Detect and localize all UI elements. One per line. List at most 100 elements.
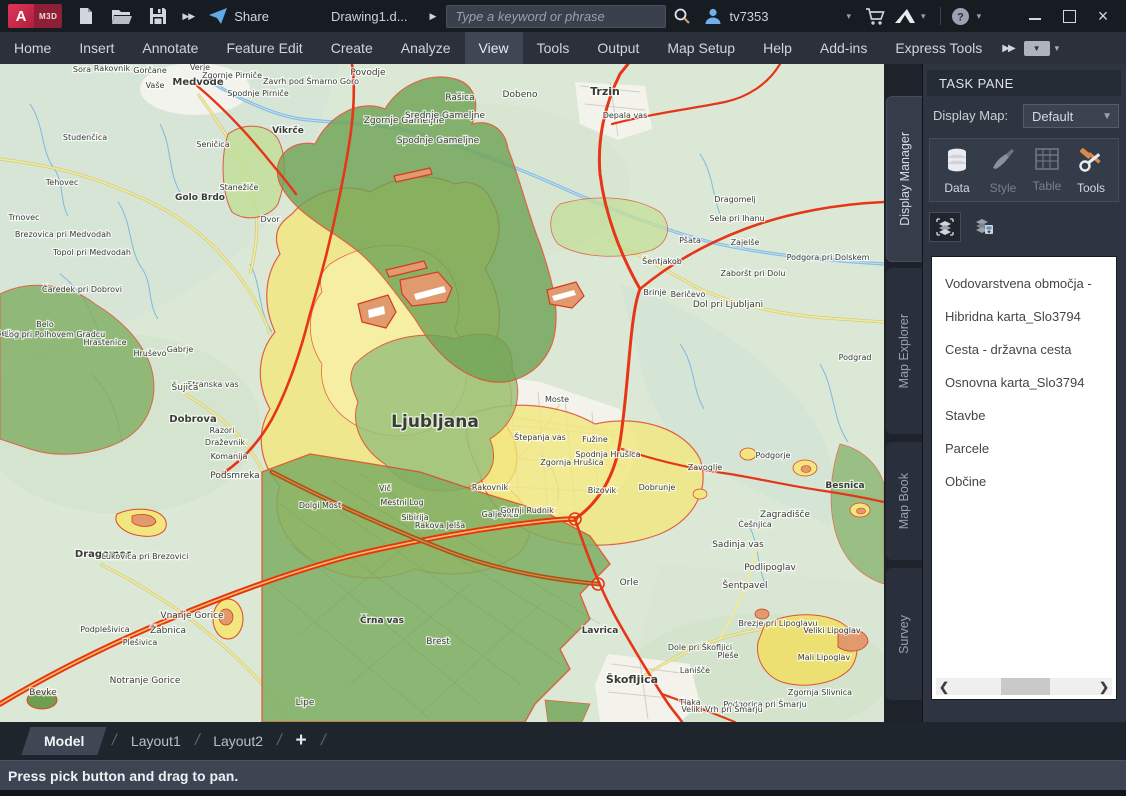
- side-tab-map-book[interactable]: Map Book: [886, 442, 922, 560]
- groups-layers-view-button[interactable]: [929, 212, 961, 242]
- window-controls: ×: [1018, 0, 1120, 32]
- side-tab-display-manager[interactable]: Display Manager: [886, 96, 923, 262]
- maximize-button[interactable]: [1052, 0, 1086, 32]
- map-label: Brezovica pri Medvodah: [15, 230, 111, 239]
- ribbon-tab-home[interactable]: Home: [0, 32, 65, 64]
- map-label: Brinje: [643, 288, 666, 297]
- scrollbar-track[interactable]: [952, 678, 1096, 695]
- minimize-button[interactable]: [1018, 0, 1052, 32]
- help-caret-icon[interactable]: ▾: [977, 11, 982, 22]
- layer-item[interactable]: Hibridna karta_Slo3794: [932, 300, 1116, 333]
- map-label: Spodnje Pirniče: [227, 88, 289, 98]
- tab-layout1[interactable]: Layout1: [127, 733, 185, 749]
- app-logo[interactable]: A M3D: [8, 4, 62, 28]
- map-label: Čaredek pri Dobrovi: [42, 283, 122, 294]
- model-tab-label: Model: [44, 733, 84, 749]
- more-quick-tools-icon[interactable]: ▶▶: [182, 11, 194, 22]
- search-input[interactable]: [447, 9, 665, 24]
- ribbon-tab-express-tools[interactable]: Express Tools: [881, 32, 996, 64]
- open-file-button[interactable]: [110, 4, 134, 28]
- map-label: Gornji Rudnik: [500, 506, 554, 515]
- display-map-dropdown[interactable]: Default ▼: [1023, 104, 1119, 128]
- share-label: Share: [234, 9, 269, 24]
- tools-label: Tools: [1070, 181, 1112, 195]
- map-label: Trnovec: [8, 213, 40, 222]
- search-button[interactable]: [670, 4, 694, 28]
- ribbon-tab-output[interactable]: Output: [583, 32, 653, 64]
- side-tab-survey[interactable]: Survey: [886, 568, 922, 700]
- ribbon-state-button[interactable]: ▼: [1024, 41, 1050, 56]
- layer-item[interactable]: Stavbe: [932, 399, 1116, 432]
- ribbon-tab-analyze[interactable]: Analyze: [387, 32, 465, 64]
- map-label: Zajelše: [731, 237, 760, 247]
- search-expand-icon[interactable]: ▶: [430, 11, 437, 22]
- ribbon-tab-insert[interactable]: Insert: [65, 32, 128, 64]
- ribbon-tab-view[interactable]: View: [465, 32, 523, 64]
- side-tab-map-explorer[interactable]: Map Explorer: [886, 268, 922, 434]
- style-label: Style: [982, 181, 1024, 195]
- map-label: Dol pri Ljubljani: [693, 300, 763, 310]
- help-icon: ?: [951, 7, 970, 26]
- map-label: Komanija: [211, 452, 248, 461]
- map-label: Rakovnik: [472, 483, 509, 492]
- map-label: Brest: [426, 637, 450, 647]
- layer-list[interactable]: Vodovarstvena območja -Hibridna karta_Sl…: [931, 256, 1117, 700]
- scroll-right-icon[interactable]: ❯: [1096, 680, 1112, 694]
- ribbon-state-caret-icon[interactable]: ▾: [1055, 43, 1060, 54]
- new-file-button[interactable]: [74, 4, 98, 28]
- help-button[interactable]: ?: [949, 4, 973, 28]
- account-menu[interactable]: tv7353: [704, 7, 768, 25]
- data-button[interactable]: Data: [936, 147, 978, 195]
- add-group-button[interactable]: [969, 212, 999, 240]
- ribbon-tab-map-setup[interactable]: Map Setup: [653, 32, 749, 64]
- ribbon-tab-add-ins[interactable]: Add-ins: [806, 32, 881, 64]
- map-label: Studenčica: [63, 132, 107, 142]
- add-layout-button[interactable]: +: [291, 730, 310, 752]
- display-map-label: Display Map:: [933, 108, 1008, 123]
- layer-item[interactable]: Občine: [932, 465, 1116, 498]
- ribbon-more-icon[interactable]: ▶▶: [1002, 43, 1013, 54]
- ribbon-tab-annotate[interactable]: Annotate: [128, 32, 212, 64]
- ribbon-tab-create[interactable]: Create: [317, 32, 387, 64]
- map-label: Sadinja vas: [712, 540, 764, 550]
- autodesk-caret-icon[interactable]: ▾: [921, 11, 926, 22]
- map-label: Šentpavel: [722, 579, 767, 591]
- map-label: Škofljica: [606, 673, 658, 686]
- search-box[interactable]: [446, 5, 666, 28]
- ribbon-tab-feature-edit[interactable]: Feature Edit: [212, 32, 316, 64]
- task-pane: TASK PANE Display Map: Default ▼ Data: [922, 64, 1126, 722]
- close-button[interactable]: ×: [1086, 0, 1120, 32]
- ribbon-tab-help[interactable]: Help: [749, 32, 806, 64]
- ribbon-tab-tools[interactable]: Tools: [523, 32, 584, 64]
- map-label: Bizovik: [588, 486, 617, 495]
- horizontal-scrollbar[interactable]: ❮ ❯: [936, 678, 1112, 695]
- share-button[interactable]: Share: [208, 7, 269, 25]
- map-label: Plešivica: [123, 637, 158, 647]
- map-viewport[interactable]: LjubljanaMedvodeTrzinDobrovaDragomerŠkof…: [0, 64, 884, 722]
- autodesk-logo-icon: [894, 8, 916, 24]
- map-label: Orle: [620, 578, 639, 588]
- map-label: Dvor: [260, 215, 280, 224]
- m3d-badge: M3D: [34, 4, 62, 28]
- save-button[interactable]: [146, 4, 170, 28]
- scroll-left-icon[interactable]: ❮: [936, 680, 952, 694]
- style-button[interactable]: Style: [982, 147, 1024, 195]
- tools-button[interactable]: Tools: [1070, 147, 1112, 195]
- table-button[interactable]: Table: [1026, 147, 1068, 193]
- scrollbar-thumb[interactable]: [1001, 678, 1050, 695]
- autodesk-menu[interactable]: [893, 4, 917, 28]
- tab-layout2[interactable]: Layout2: [209, 733, 267, 749]
- map-label: Besnica: [825, 481, 864, 491]
- map-label: Hrastenice: [83, 338, 126, 347]
- account-caret-icon[interactable]: ▾: [847, 11, 852, 22]
- map-label: Lavrica: [582, 626, 619, 636]
- layer-item[interactable]: Osnovna karta_Slo3794: [932, 366, 1116, 399]
- layer-item[interactable]: Cesta - državna cesta: [932, 333, 1116, 366]
- store-button[interactable]: [863, 4, 887, 28]
- map-label: Lipe: [296, 698, 315, 708]
- layer-item[interactable]: Vodovarstvena območja -: [932, 267, 1116, 300]
- tab-model[interactable]: Model: [26, 727, 102, 755]
- map-label: Zagradišče: [760, 509, 810, 520]
- layer-item[interactable]: Parcele: [932, 432, 1116, 465]
- map-label: Veliki Vrh pri Šmarju: [681, 703, 762, 714]
